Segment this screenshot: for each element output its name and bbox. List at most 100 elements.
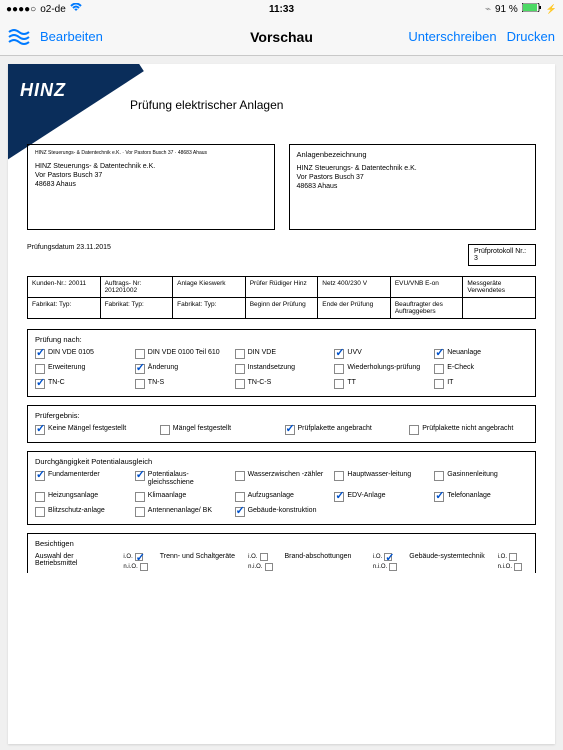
checkbox[interactable]: [434, 349, 444, 359]
info-cell: Messgeräte Verwendetes: [463, 277, 536, 298]
checkbox[interactable]: [389, 563, 397, 571]
checkbox[interactable]: [509, 553, 517, 561]
app-logo-icon[interactable]: [8, 28, 30, 46]
addr-line: Vor Pastors Busch 37: [297, 173, 529, 182]
checkbox[interactable]: [434, 471, 444, 481]
info-cell: [463, 298, 536, 319]
check-item: Änderung: [135, 364, 229, 374]
check-item: IT: [434, 379, 528, 389]
checkbox[interactable]: [35, 507, 45, 517]
section-title: Prüfung nach:: [35, 335, 528, 344]
checkbox[interactable]: [160, 425, 170, 435]
checkbox[interactable]: [235, 471, 245, 481]
check-label: TT: [347, 379, 428, 387]
checkbox[interactable]: [434, 379, 444, 389]
check-label: EDV-Anlage: [347, 492, 428, 500]
checkbox[interactable]: [334, 364, 344, 374]
checkbox[interactable]: [135, 492, 145, 502]
checkbox[interactable]: [434, 492, 444, 502]
checkbox[interactable]: [35, 379, 45, 389]
checkbox[interactable]: [265, 563, 273, 571]
check-label: UVV: [347, 349, 428, 357]
info-cell: Beginn der Prüfung: [245, 298, 318, 319]
checkbox[interactable]: [135, 553, 143, 561]
check-item: DIN VDE 0105: [35, 349, 129, 359]
check-label: DIN VDE: [248, 349, 329, 357]
nio-label: n.i.O.: [248, 564, 262, 570]
section-pruefung-nach: Prüfung nach: DIN VDE 0105DIN VDE 0100 T…: [27, 329, 536, 397]
checkbox[interactable]: [235, 507, 245, 517]
checkbox[interactable]: [135, 364, 145, 374]
check-label: Fundamenterder: [48, 471, 129, 479]
check-item: Erweiterung: [35, 364, 129, 374]
checkbox[interactable]: [260, 553, 268, 561]
check-label: Aufzugsanlage: [248, 492, 329, 500]
sign-button[interactable]: Unterschreiben: [408, 29, 496, 44]
besichtigen-label: Auswahl der Betriebsmittel: [35, 553, 117, 567]
check-item: Prüfplakette angebracht: [285, 425, 404, 435]
nio-label: n.i.O.: [373, 564, 387, 570]
checkbox[interactable]: [35, 425, 45, 435]
document-preview: HINZ Prüfung elektrischer Anlagen HINZ S…: [8, 64, 555, 744]
box-title: Anlagenbezeichnung: [297, 150, 529, 160]
checkbox[interactable]: [434, 364, 444, 374]
checkbox[interactable]: [35, 492, 45, 502]
checkbox[interactable]: [285, 425, 295, 435]
checkbox[interactable]: [334, 349, 344, 359]
info-cell: Ende der Prüfung: [318, 298, 391, 319]
checkbox[interactable]: [35, 349, 45, 359]
status-time: 11:33: [0, 4, 563, 15]
nio-label: n.i.O.: [498, 564, 512, 570]
io-label: i.O.: [248, 554, 257, 560]
checkbox[interactable]: [235, 379, 245, 389]
check-label: TN-C-S: [248, 379, 329, 387]
check-item: UVV: [334, 349, 428, 359]
checkbox[interactable]: [334, 492, 344, 502]
info-cell: Anlage Kieswerk: [173, 277, 246, 298]
check-item: TN-C-S: [235, 379, 329, 389]
edit-button[interactable]: Bearbeiten: [40, 29, 103, 44]
check-item: E-Check: [434, 364, 528, 374]
info-cell: Fabrikat: Typ:: [173, 298, 246, 319]
info-cell: Beauftragter des Auftraggebers: [390, 298, 463, 319]
checkbox[interactable]: [135, 349, 145, 359]
checkbox[interactable]: [235, 492, 245, 502]
box-header: HINZ Steuerungs- & Datentechnik e.K. · V…: [35, 150, 267, 157]
check-item: TN-C: [35, 379, 129, 389]
besichtigen-item: Brand-abschottungen: [285, 553, 367, 562]
checkbox[interactable]: [35, 364, 45, 374]
checkbox[interactable]: [514, 563, 522, 571]
section-potential: Durchgängigkeit Potentialausgleich Funda…: [27, 451, 536, 525]
check-item: Wiederholungs-prüfung: [334, 364, 428, 374]
info-cell: Kunden-Nr.: 20011: [28, 277, 101, 298]
section-title: Durchgängigkeit Potentialausgleich: [35, 457, 528, 466]
checkbox[interactable]: [334, 379, 344, 389]
check-item: Heizungsanlage: [35, 492, 129, 502]
print-button[interactable]: Drucken: [507, 29, 555, 44]
section-pruefergebnis: Prüfergebnis: Keine Mängel festgestelltM…: [27, 405, 536, 443]
io-column: i.O. n.i.O.: [248, 553, 272, 571]
info-cell: Prüfer Rüdiger Hinz: [245, 277, 318, 298]
io-label: i.O.: [123, 554, 132, 560]
checkbox[interactable]: [135, 379, 145, 389]
check-item: Potentialaus-gleichsschiene: [135, 471, 229, 487]
check-item: Telefonanlage: [434, 492, 528, 502]
info-table: Kunden-Nr.: 20011Auftrags- Nr: 201201002…: [27, 276, 536, 319]
checkbox[interactable]: [235, 364, 245, 374]
checkbox[interactable]: [35, 471, 45, 481]
checkbox[interactable]: [135, 507, 145, 517]
info-cell: EVU/VNB E-on: [390, 277, 463, 298]
check-label: Prüfplakette angebracht: [298, 425, 404, 433]
check-label: TN-C: [48, 379, 129, 387]
checkbox[interactable]: [135, 471, 145, 481]
check-label: Erweiterung: [48, 364, 129, 372]
check-item: Instandsetzung: [235, 364, 329, 374]
checkbox[interactable]: [334, 471, 344, 481]
io-column: i.O.n.i.O.: [373, 553, 397, 571]
check-item: Keine Mängel festgestellt: [35, 425, 154, 435]
checkbox[interactable]: [235, 349, 245, 359]
checkbox[interactable]: [384, 553, 392, 561]
check-item: Fundamenterder: [35, 471, 129, 487]
checkbox[interactable]: [140, 563, 148, 571]
checkbox[interactable]: [409, 425, 419, 435]
